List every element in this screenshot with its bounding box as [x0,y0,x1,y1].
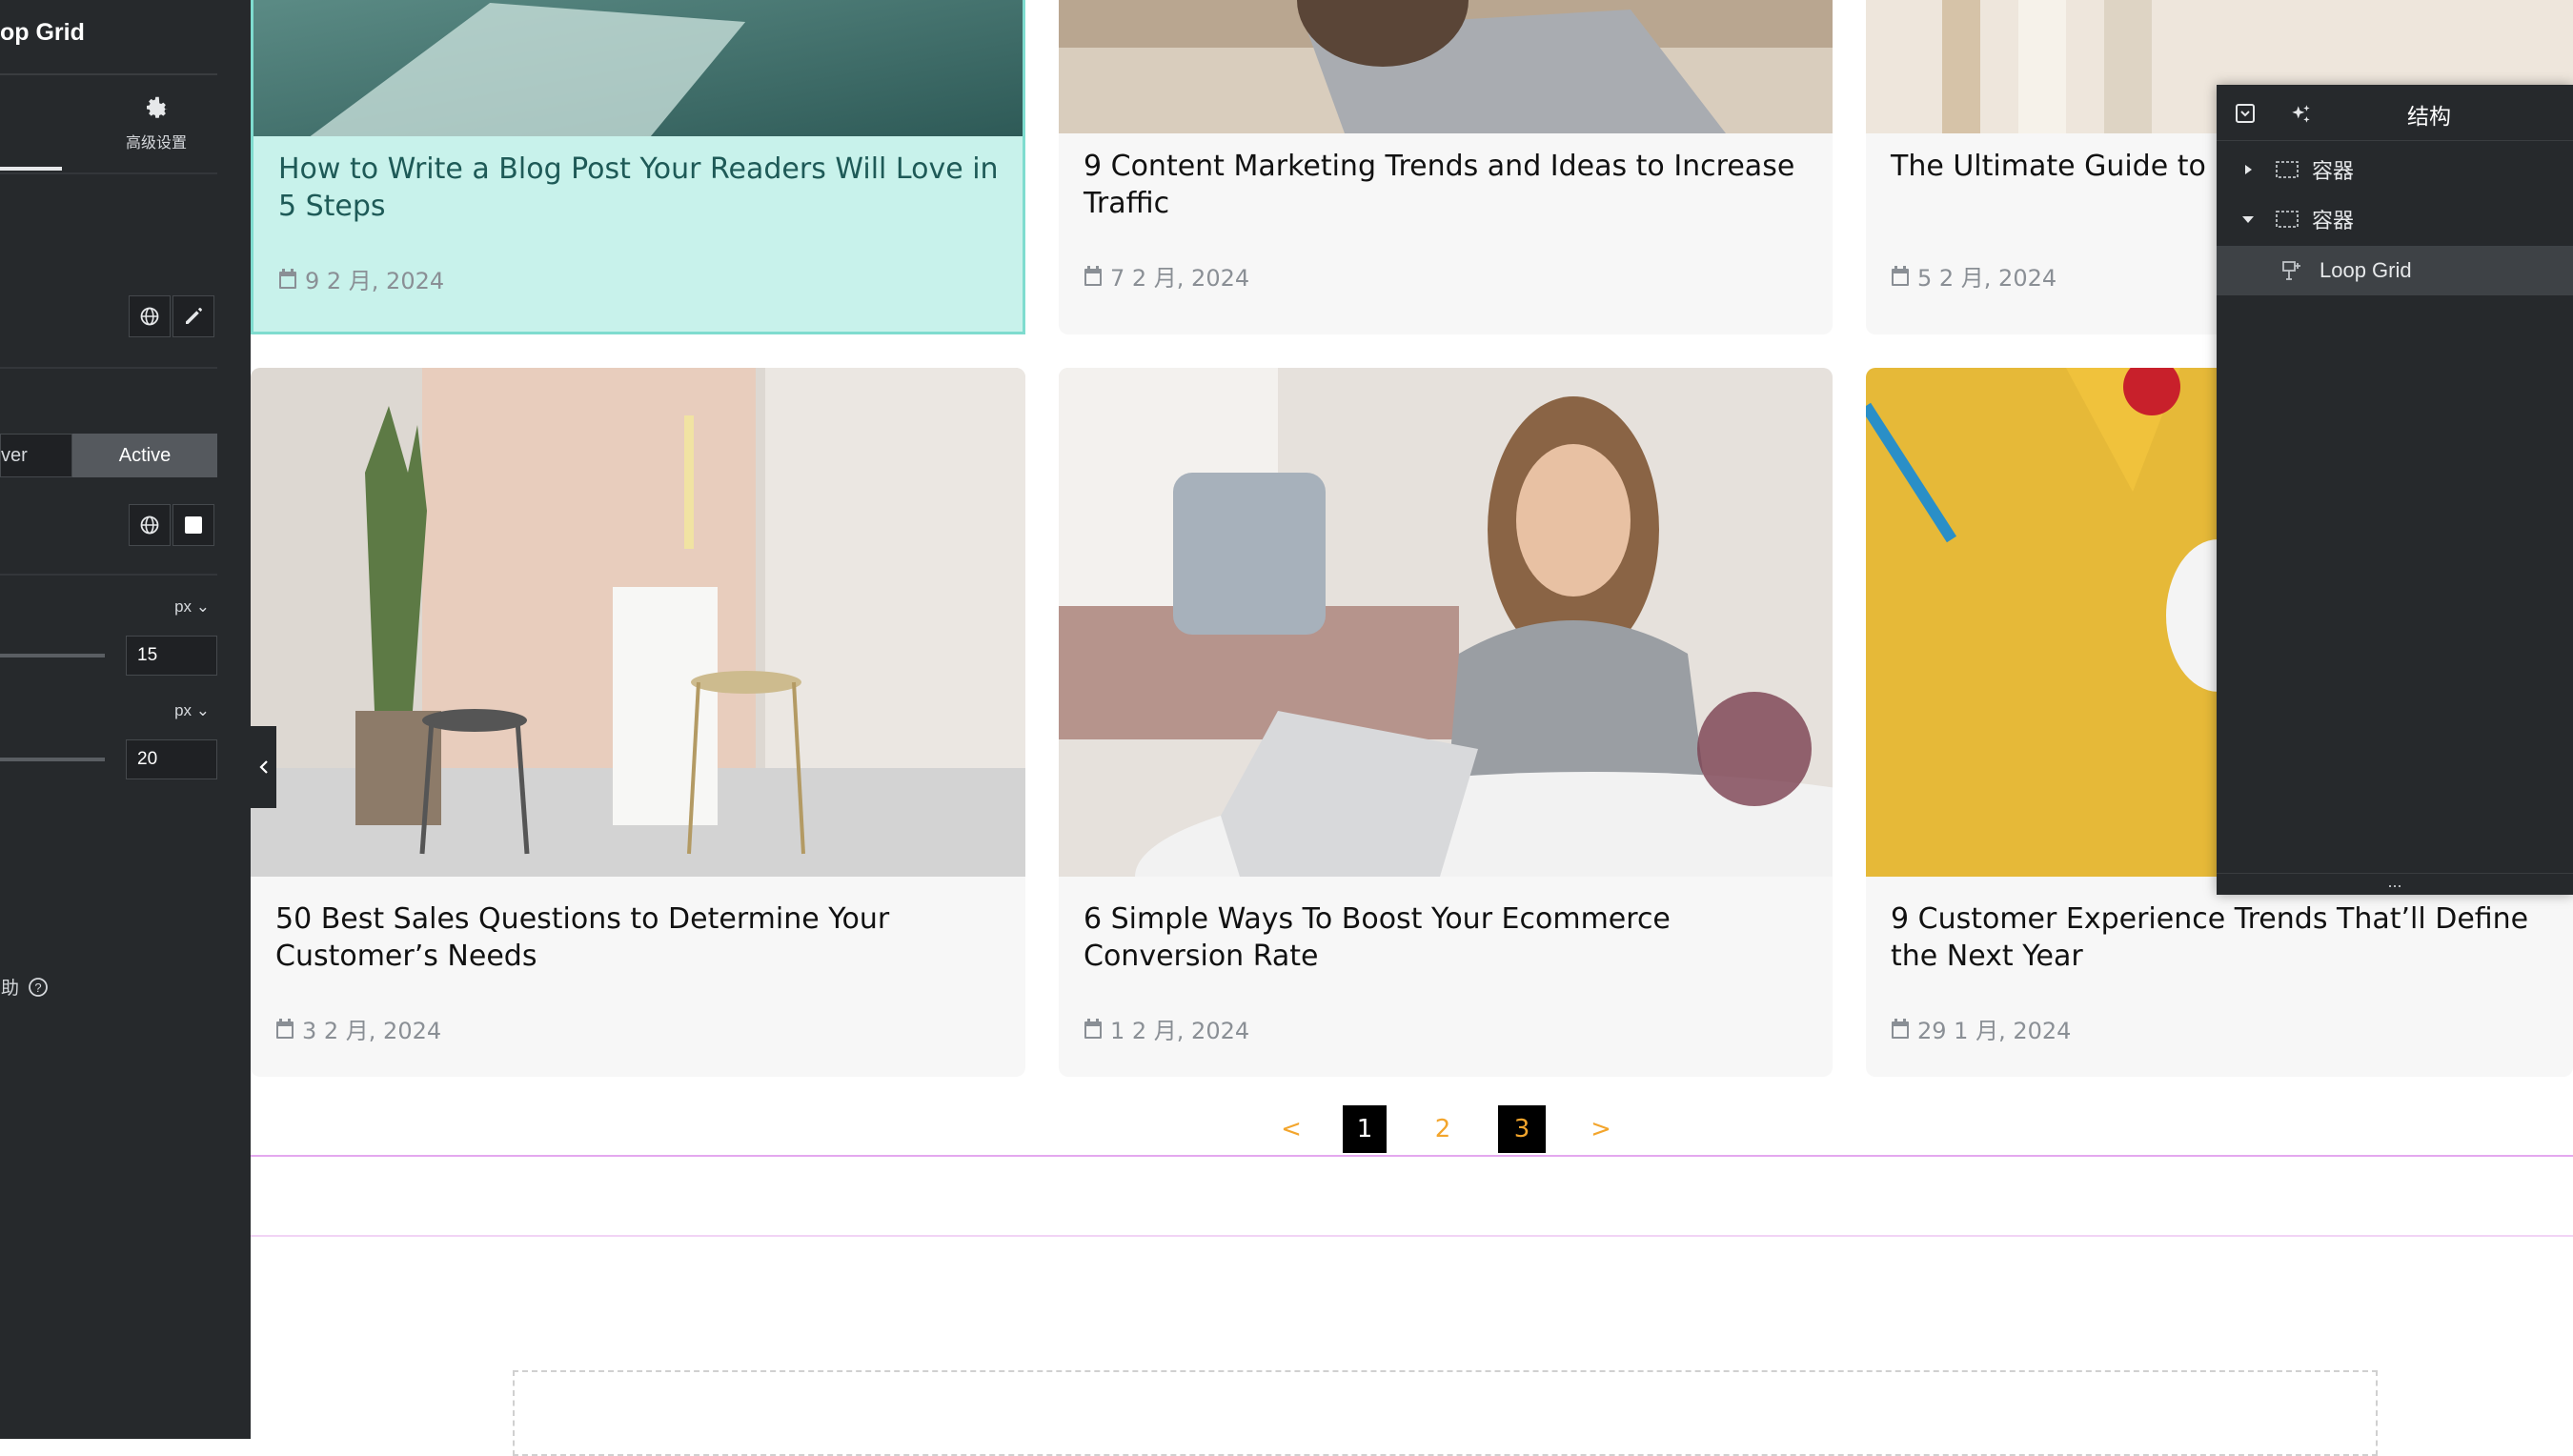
post-date-text: 1 2 月, 2024 [1110,1018,1250,1044]
post-date-text: 5 2 月, 2024 [1917,265,2057,292]
slider-track[interactable] [0,758,105,761]
calendar-icon [279,268,296,289]
post-card[interactable]: 9 Content Marketing Trends and Ideas to … [1059,0,1833,334]
pencil-icon [186,308,202,324]
tab-advanced[interactable]: 高级设置 [112,93,200,162]
post-image [1059,368,1833,877]
post-date-text: 7 2 月, 2024 [1110,265,1250,292]
caret-right-icon[interactable] [2241,163,2255,176]
pagination-next[interactable]: > [1587,1105,1615,1153]
unit-select[interactable]: px ⌄ [152,597,210,617]
post-title[interactable]: 9 Customer Experience Trends That’ll Def… [1891,900,2556,975]
calendar-icon [1084,265,1102,286]
post-date-text: 29 1 月, 2024 [1917,1018,2072,1044]
active-tab-indicator [0,167,62,171]
post-title[interactable]: 6 Simple Ways To Boost Your Ecommerce Co… [1084,900,1815,975]
post-image [253,0,1023,136]
post-date-text: 3 2 月, 2024 [302,1018,442,1044]
collapse-all-icon[interactable] [2234,102,2257,125]
post-title[interactable]: 9 Content Marketing Trends and Ideas to … [1084,148,1815,222]
color-swatch-icon [185,516,202,534]
resize-handle[interactable]: ... [2217,873,2573,895]
divider [0,574,217,576]
editor-panel: op Grid 高级设置 ver Active px ⌄ 15 px ⌄ 20 … [0,0,251,1439]
tab-advanced-label: 高级设置 [125,135,187,152]
post-image [1059,0,1833,133]
pagination-page-3[interactable]: 3 [1498,1105,1546,1153]
help-link[interactable]: 帮助 ? [0,974,50,1000]
tree-item-loop-grid[interactable]: Loop Grid [2217,246,2573,295]
post-image [251,368,1025,877]
tree-item-container[interactable]: 容器 [2217,194,2573,244]
collapse-panel-button[interactable] [251,726,276,808]
edit-button[interactable] [172,295,214,337]
number-input[interactable]: 20 [126,739,217,779]
calendar-icon [1892,1018,1909,1039]
ai-sparkle-icon[interactable] [2289,102,2314,127]
question-circle-icon: ? [29,977,48,997]
post-card[interactable]: 50 Best Sales Questions to Determine You… [251,368,1025,1077]
divider [0,73,217,75]
calendar-icon [1084,1018,1102,1039]
unit-select[interactable]: px ⌄ [152,701,210,720]
post-date: 29 1 月, 2024 [1891,1012,2071,1045]
color-swatch-button[interactable] [172,504,214,546]
tree-item-label: 容器 [2312,159,2355,183]
post-title[interactable]: 50 Best Sales Questions to Determine You… [275,900,1008,975]
post-date: 9 2 月, 2024 [278,262,444,295]
divider [0,367,217,369]
gear-icon [147,96,168,118]
chevron-left-icon [258,760,268,774]
responsive-globe-button[interactable] [129,504,171,546]
tree-item-label: Loop Grid [2320,258,2412,282]
panel-title: op Grid [0,19,85,46]
state-active-tab[interactable]: Active [72,434,217,477]
state-hover-tab[interactable]: ver [0,434,72,477]
unit-label: px [174,701,192,719]
container-icon [2276,211,2299,228]
slider-track[interactable] [0,654,105,657]
container-icon [2276,161,2299,178]
pagination-prev[interactable]: < [1277,1105,1306,1153]
structure-panel: 结构 容器 容器 Loop Grid ... [2217,85,2573,895]
tree-item-label: 容器 [2312,209,2355,233]
help-label: 帮助 [0,979,20,999]
number-input[interactable]: 15 [126,636,217,676]
post-date: 1 2 月, 2024 [1084,1012,1249,1045]
tree-item-container[interactable]: 容器 [2217,145,2573,194]
empty-container-placeholder[interactable] [513,1370,2378,1456]
pagination-page-1[interactable]: 1 [1343,1105,1387,1153]
unit-label: px [174,597,192,616]
state-toggle: ver Active [0,434,217,477]
post-date: 5 2 月, 2024 [1891,259,2056,293]
calendar-icon [276,1018,294,1039]
post-date: 7 2 月, 2024 [1084,259,1249,293]
post-date: 3 2 月, 2024 [275,1012,441,1045]
post-date-text: 9 2 月, 2024 [305,268,445,294]
structure-header: 结构 [2217,85,2573,141]
structure-title: 结构 [2407,104,2451,129]
section-outline [251,1235,2573,1237]
divider [0,172,217,174]
globe-icon [140,307,159,326]
responsive-globe-button[interactable] [129,295,171,337]
loop-grid-icon [2282,261,2300,280]
post-card[interactable]: 6 Simple Ways To Boost Your Ecommerce Co… [1059,368,1833,1077]
post-card[interactable]: How to Write a Blog Post Your Readers Wi… [251,0,1025,334]
post-title[interactable]: How to Write a Blog Post Your Readers Wi… [278,151,1005,225]
globe-icon [140,516,159,535]
caret-down-icon[interactable] [2241,212,2255,226]
section-outline [251,1155,2573,1157]
svg-text:?: ? [34,981,41,995]
calendar-icon [1892,265,1909,286]
pagination-page-2[interactable]: 2 [1421,1105,1465,1153]
